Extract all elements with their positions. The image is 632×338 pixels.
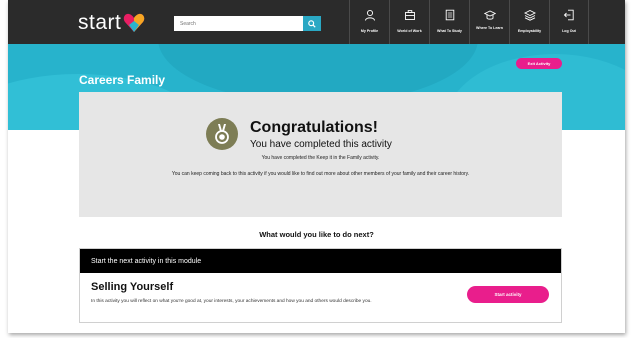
start-activity-button[interactable]: Start activity (467, 286, 549, 303)
nav-what-to-study[interactable]: What To Study (429, 0, 469, 44)
nav-label: Employability (517, 29, 542, 33)
nav-employability[interactable]: Employability (509, 0, 549, 44)
revisit-message: You can keep coming back to this activit… (171, 171, 470, 177)
congratulations-card: Congratulations! You have completed this… (79, 92, 562, 217)
medal-icon (206, 118, 238, 150)
search-input[interactable] (174, 16, 303, 31)
nav-label: What To Study (437, 29, 462, 33)
page-title: Careers Family (79, 73, 166, 87)
main-nav: My Profile World of Work What To Study W… (349, 0, 589, 44)
search-bar (174, 16, 321, 31)
nav-label: Where To Learn (476, 26, 503, 30)
briefcase-icon (403, 8, 417, 22)
top-navigation-bar: start My (8, 0, 625, 44)
activity-description: In this activity you will reflect on wha… (91, 299, 372, 304)
nav-label: World of Work (397, 29, 422, 33)
nav-where-to-learn[interactable]: Where To Learn (469, 0, 509, 44)
congratulations-heading: Congratulations! (250, 119, 378, 136)
graduation-cap-icon (483, 8, 497, 22)
nav-my-profile[interactable]: My Profile (349, 0, 389, 44)
logo-text: start (78, 11, 122, 34)
nav-world-of-work[interactable]: World of Work (389, 0, 429, 44)
next-activity-panel: Start the next activity in this module S… (79, 248, 562, 323)
search-button[interactable] (303, 16, 321, 31)
next-activity-header: Start the next activity in this module (80, 249, 561, 273)
completion-message: You have completed the Keep it in the Fa… (261, 155, 380, 161)
app-window: start My (8, 0, 625, 333)
search-icon (308, 19, 316, 28)
completion-subtitle: You have completed this activity (250, 139, 392, 150)
activity-title: Selling Yourself (91, 281, 174, 293)
heart-logo-icon (123, 13, 145, 33)
nav-log-out[interactable]: Log Out (549, 0, 589, 44)
logout-icon (562, 8, 576, 22)
layers-icon (523, 8, 537, 22)
book-icon (443, 8, 457, 22)
person-icon (363, 8, 377, 22)
start-logo[interactable]: start (78, 11, 145, 35)
exit-activity-button[interactable]: Exit Activity (516, 58, 562, 69)
next-step-question: What would you like to do next? (259, 230, 374, 239)
nav-label: Log Out (562, 29, 576, 33)
nav-label: My Profile (360, 29, 379, 33)
